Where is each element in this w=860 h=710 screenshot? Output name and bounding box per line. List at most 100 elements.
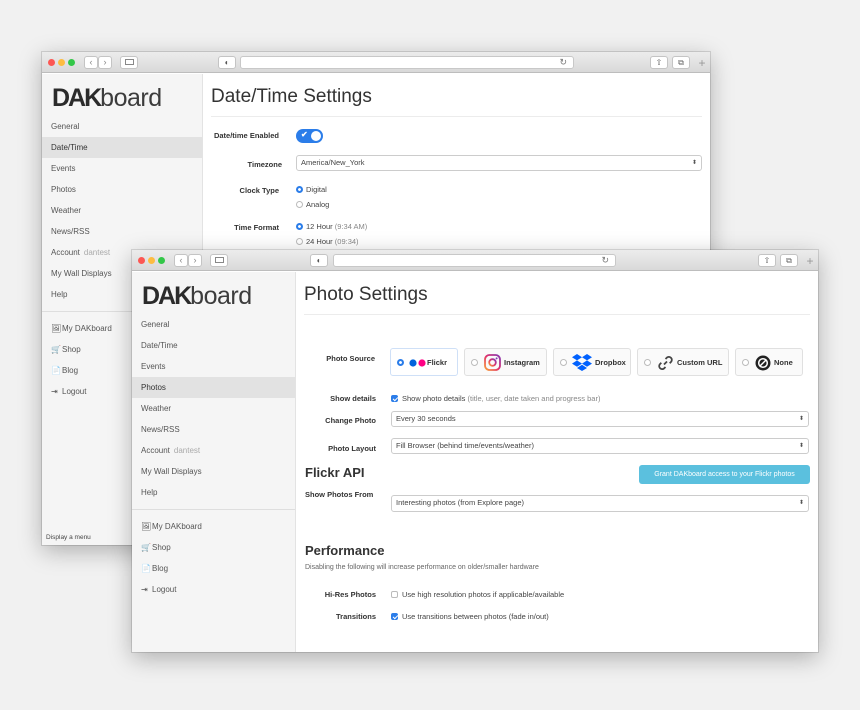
sidebar-item-weather[interactable]: Weather — [42, 200, 202, 221]
sidebar-toggle-icon[interactable] — [120, 56, 138, 69]
sidebar-item-weather[interactable]: Weather — [132, 398, 295, 419]
sidebar-item-date-time[interactable]: Date/Time — [132, 335, 295, 356]
sidebar-link-logout[interactable]: ⇥ Logout — [132, 579, 295, 600]
time-format-label: Time Format — [234, 223, 279, 232]
minimize-window-button[interactable] — [148, 257, 155, 264]
zoom-window-button[interactable] — [158, 257, 165, 264]
sidebar-item-account[interactable]: Account dantest — [132, 440, 295, 461]
logout-icon: ⇥ — [141, 585, 148, 594]
show-details-option[interactable]: Show photo details (title, user, date ta… — [391, 394, 600, 403]
privacy-shield-icon[interactable]: ◐ — [310, 254, 328, 267]
source-none-radio[interactable] — [742, 359, 749, 366]
photo-settings-window: ‹ › ◐ ↻ ⇧ ⧉ + DAKboard General Date/Time… — [132, 250, 818, 652]
time-format-24-option[interactable]: 24 Hour (09:34) — [296, 237, 359, 246]
sidebar-item-general[interactable]: General — [132, 314, 295, 335]
block-icon — [755, 355, 771, 373]
clock-analog-option[interactable]: Analog — [296, 200, 329, 209]
image-icon: 🖼 — [141, 522, 152, 531]
sidebar-item-news-rss[interactable]: News/RSS — [132, 419, 295, 440]
timezone-label: Timezone — [247, 160, 282, 169]
source-custom-url-radio[interactable] — [644, 359, 651, 366]
transitions-label: Transitions — [335, 612, 376, 621]
show-tabs-icon[interactable]: ⧉ — [780, 254, 798, 267]
clock-digital-option[interactable]: Digital — [296, 185, 327, 194]
share-icon[interactable]: ⇧ — [758, 254, 776, 267]
reload-icon[interactable]: ↻ — [601, 255, 609, 266]
sidebar-item-my-wall-displays[interactable]: My Wall Displays — [132, 461, 295, 482]
new-tab-icon[interactable]: + — [696, 54, 708, 73]
date-time-enabled-label: Date/time Enabled — [213, 131, 279, 140]
browser-toolbar: ‹ › ◐ ↻ ⇧ ⧉ + — [42, 52, 710, 73]
account-username: dantest — [83, 248, 111, 257]
sidebar-link-shop[interactable]: 🛒Shop — [132, 537, 295, 558]
new-tab-icon[interactable]: + — [804, 252, 816, 271]
source-dropbox-radio[interactable] — [560, 359, 567, 366]
sidebar-item-general[interactable]: General — [42, 116, 202, 137]
sidebar-item-news-rss[interactable]: News/RSS — [42, 221, 202, 242]
sidebar-link-my-dakboard[interactable]: 🖼My DAKboard — [132, 516, 295, 537]
clock-analog-radio[interactable] — [296, 201, 303, 208]
flickr-api-heading: Flickr API — [305, 465, 365, 480]
sidebar-item-date-time[interactable]: Date/Time — [42, 137, 202, 158]
back-icon[interactable]: ‹ — [84, 56, 98, 69]
show-tabs-icon[interactable]: ⧉ — [672, 56, 690, 69]
sidebar-divider — [132, 509, 295, 510]
source-option-flickr[interactable]: Flickr — [390, 348, 458, 376]
sidebar-item-photos[interactable]: Photos — [132, 377, 295, 398]
source-instagram-radio[interactable] — [471, 359, 478, 366]
change-photo-select[interactable]: Every 30 seconds ⬍ — [391, 411, 809, 427]
check-icon: ✔ — [301, 130, 308, 139]
sidebar-link-blog[interactable]: 📄Blog — [132, 558, 295, 579]
logout-icon: ⇥ — [51, 387, 58, 396]
grant-flickr-access-button[interactable]: Grant DAKboard access to your Flickr pho… — [639, 465, 810, 484]
forward-icon[interactable]: › — [188, 254, 202, 267]
cart-icon: 🛒 — [141, 543, 151, 552]
hi-res-photos-checkbox[interactable] — [391, 591, 398, 598]
date-time-enabled-toggle[interactable]: ✔ — [296, 129, 323, 143]
close-window-button[interactable] — [48, 59, 55, 66]
close-window-button[interactable] — [138, 257, 145, 264]
share-icon[interactable]: ⇧ — [650, 56, 668, 69]
flickr-icon — [409, 359, 427, 369]
select-arrows-icon: ⬍ — [798, 443, 804, 449]
transitions-checkbox[interactable] — [391, 613, 398, 620]
address-bar[interactable]: ↻ — [240, 56, 574, 69]
sidebar-toggle-icon[interactable] — [210, 254, 228, 267]
photo-layout-select[interactable]: Fill Browser (behind time/events/weather… — [391, 438, 809, 454]
performance-description: Disabling the following will increase pe… — [305, 564, 539, 571]
timezone-select[interactable]: America/New_York ⬍ — [296, 155, 702, 171]
show-details-label: Show details — [330, 394, 376, 403]
sidebar-item-photos[interactable]: Photos — [42, 179, 202, 200]
source-option-instagram[interactable]: Instagram — [464, 348, 547, 376]
source-option-custom-url[interactable]: Custom URL — [637, 348, 729, 376]
minimize-window-button[interactable] — [58, 59, 65, 66]
dakboard-logo: DAKboard — [142, 282, 252, 310]
sidebar-item-events[interactable]: Events — [132, 356, 295, 377]
time-format-12-radio[interactable] — [296, 223, 303, 230]
sidebar-item-help[interactable]: Help — [132, 482, 295, 503]
source-option-dropbox[interactable]: Dropbox — [553, 348, 631, 376]
privacy-shield-icon[interactable]: ◐ — [218, 56, 236, 69]
time-format-24-radio[interactable] — [296, 238, 303, 245]
cart-icon: 🛒 — [51, 345, 61, 354]
performance-heading: Performance — [305, 543, 385, 558]
sidebar-item-events[interactable]: Events — [42, 158, 202, 179]
time-format-12-option[interactable]: 12 Hour (9:34 AM) — [296, 222, 367, 231]
select-arrows-icon: ⬍ — [691, 160, 697, 166]
zoom-window-button[interactable] — [68, 59, 75, 66]
show-photos-from-label: Show Photos From — [305, 490, 374, 499]
show-details-checkbox[interactable] — [391, 395, 398, 402]
account-username: dantest — [173, 446, 201, 455]
address-bar[interactable]: ↻ — [333, 254, 616, 267]
image-icon: 🖼 — [51, 324, 62, 333]
transitions-option[interactable]: Use transitions between photos (fade in/… — [391, 612, 549, 621]
source-option-none[interactable]: None — [735, 348, 803, 376]
hi-res-photos-option[interactable]: Use high resolution photos if applicable… — [391, 590, 564, 599]
forward-icon[interactable]: › — [98, 56, 112, 69]
show-photos-from-select[interactable]: Interesting photos (from Explore page) ⬍ — [391, 495, 809, 512]
clock-digital-radio[interactable] — [296, 186, 303, 193]
reload-icon[interactable]: ↻ — [559, 57, 567, 68]
back-icon[interactable]: ‹ — [174, 254, 188, 267]
source-flickr-radio[interactable] — [397, 359, 404, 366]
display-menu-hint: Display a menu — [46, 534, 91, 541]
